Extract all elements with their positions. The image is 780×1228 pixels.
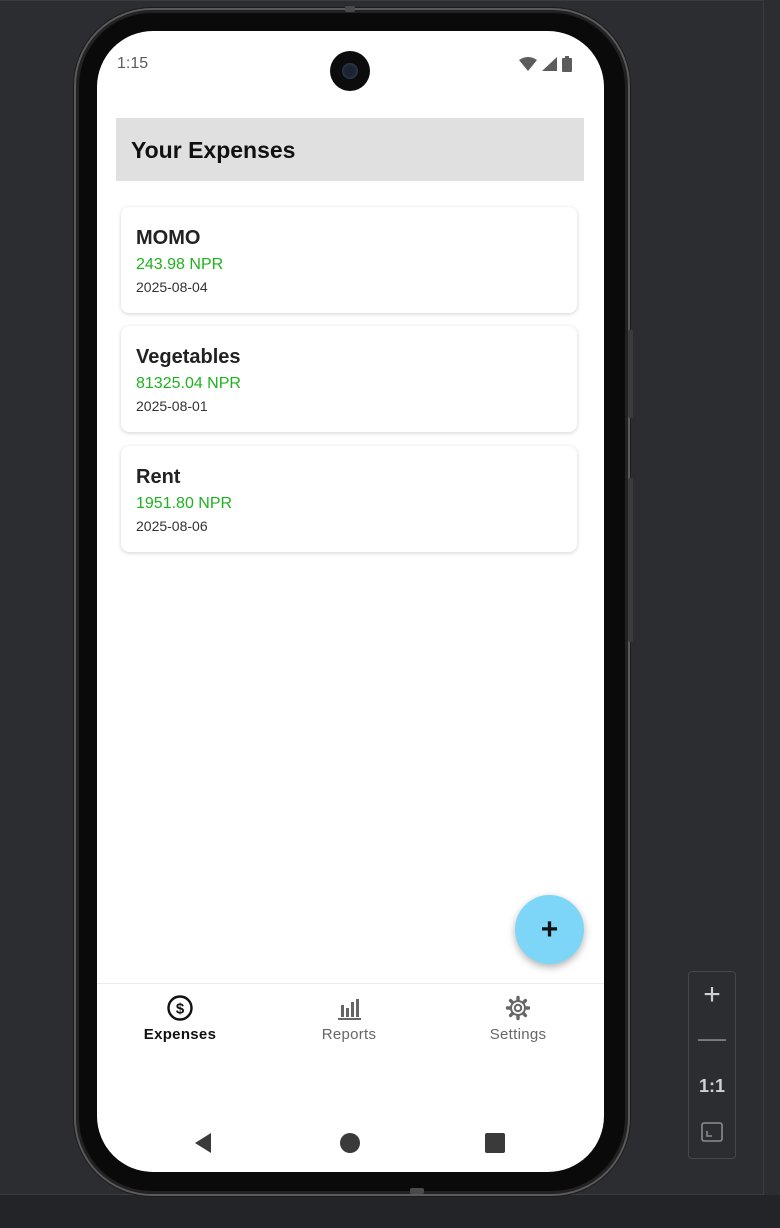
zoom-out-button[interactable]: — xyxy=(689,1024,735,1052)
device-screen: 1:15 Your Expenses MOMO 243.98 NPR 2025-… xyxy=(97,31,604,1172)
system-navigation-bar xyxy=(97,1121,604,1161)
zoom-in-button[interactable]: + xyxy=(689,980,735,1010)
phone-top-edge xyxy=(345,6,355,12)
status-time: 1:15 xyxy=(117,55,149,72)
expense-date: 2025-08-06 xyxy=(136,518,208,534)
editor-frame-top-border xyxy=(0,0,764,1)
nav-label: Expenses xyxy=(143,1026,217,1043)
nav-label: Reports xyxy=(321,1026,377,1043)
home-icon[interactable] xyxy=(339,1132,361,1154)
expense-date: 2025-08-01 xyxy=(136,398,208,414)
svg-text:$: $ xyxy=(176,1001,185,1018)
expense-title: Vegetables xyxy=(136,346,241,368)
expense-title: Rent xyxy=(136,466,181,488)
gear-icon xyxy=(505,995,531,1021)
plus-icon: + xyxy=(540,912,559,946)
expense-card[interactable]: MOMO 243.98 NPR 2025-08-04 xyxy=(121,207,577,313)
front-camera xyxy=(330,51,370,91)
status-icons xyxy=(519,56,572,72)
expense-amount: 81325.04 NPR xyxy=(136,375,241,392)
add-expense-button[interactable]: + xyxy=(515,895,584,964)
nav-item-reports[interactable]: Reports xyxy=(279,994,419,1043)
wifi-icon xyxy=(519,57,537,71)
recents-icon[interactable] xyxy=(485,1133,505,1153)
power-button[interactable] xyxy=(628,330,633,418)
expense-amount: 1951.80 NPR xyxy=(136,495,233,512)
volume-button[interactable] xyxy=(628,478,633,642)
nav-label: Settings xyxy=(489,1026,547,1043)
zoom-ratio-button[interactable]: 1:1 xyxy=(689,1076,735,1097)
page-title: Your Expenses xyxy=(131,137,296,163)
signal-icon xyxy=(542,57,557,71)
expense-date: 2025-08-04 xyxy=(136,279,208,295)
back-icon[interactable] xyxy=(193,1132,213,1154)
fit-screen-icon xyxy=(701,1122,723,1142)
nav-item-settings[interactable]: Settings xyxy=(448,994,588,1043)
editor-bottom-strip xyxy=(0,1195,780,1228)
zoom-controls: + — 1:1 xyxy=(688,971,736,1159)
expense-card[interactable]: Rent 1951.80 NPR 2025-08-06 xyxy=(121,446,577,552)
editor-frame-right-border xyxy=(763,0,764,1195)
expense-amount: 243.98 NPR xyxy=(136,256,224,273)
nav-item-expenses[interactable]: $ Expenses xyxy=(110,994,250,1043)
expense-card[interactable]: Vegetables 81325.04 NPR 2025-08-01 xyxy=(121,326,577,432)
app-header: Your Expenses xyxy=(116,118,584,181)
bottom-navigation: $ Expenses Reports Settings xyxy=(97,983,604,1064)
phone-bottom-edge xyxy=(410,1188,424,1194)
zoom-fit-button[interactable] xyxy=(689,1122,735,1147)
dollar-circle-icon: $ xyxy=(167,995,193,1021)
bar-chart-icon xyxy=(338,999,361,1020)
expense-title: MOMO xyxy=(136,227,201,249)
battery-icon xyxy=(562,56,572,72)
